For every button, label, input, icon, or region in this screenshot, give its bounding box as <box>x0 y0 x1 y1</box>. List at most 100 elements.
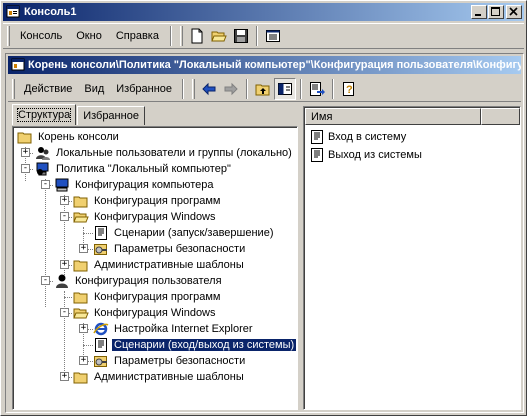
collapse-toggle[interactable]: - <box>41 180 50 189</box>
toolbar3-grip[interactable] <box>192 78 196 99</box>
separator <box>300 78 303 99</box>
script-icon <box>311 148 323 162</box>
child-title-bar[interactable]: Корень консоли\Политика "Локальный компь… <box>8 56 521 74</box>
up-folder-icon <box>255 84 270 95</box>
back-button[interactable] <box>198 78 220 100</box>
internet-explorer-icon <box>93 322 109 336</box>
folder-icon <box>73 260 88 272</box>
expand-toggle[interactable]: + <box>60 260 69 269</box>
folder-icon <box>73 196 88 208</box>
tree-item-logon-logoff-scripts[interactable]: Сценарии (вход/выход из системы) <box>93 337 297 353</box>
tree-item-software-settings[interactable]: Конфигурация программ <box>73 193 222 209</box>
toolbar-grip[interactable] <box>179 26 183 46</box>
forward-arrow-icon <box>224 82 238 95</box>
help-icon: ? <box>343 81 355 96</box>
computer-policy-icon <box>36 162 49 176</box>
minimize-icon <box>475 14 481 16</box>
open-folder-icon <box>73 308 89 319</box>
up-level-button[interactable] <box>252 78 274 100</box>
users-group-icon <box>36 147 50 160</box>
properties-button[interactable] <box>262 25 284 47</box>
tree-item-user-config[interactable]: Конфигурация пользователя <box>54 273 224 289</box>
tree-item-user-software-settings[interactable]: Конфигурация программ <box>73 289 222 305</box>
expand-toggle[interactable]: + <box>79 244 88 253</box>
folder-icon <box>73 372 88 384</box>
tree-item-computer-config[interactable]: Конфигурация компьютера <box>54 177 215 193</box>
main-menubar: Консоль Окно Справка <box>3 23 524 49</box>
maximize-icon <box>491 7 500 16</box>
tab-tree[interactable]: Структура <box>12 104 77 125</box>
collapse-toggle[interactable]: - <box>60 212 69 221</box>
expand-toggle[interactable]: + <box>21 148 30 157</box>
mmc-app-icon <box>6 5 20 18</box>
tree-item-windows-settings[interactable]: Конфигурация Windows <box>73 209 218 225</box>
tree-item-local-policy[interactable]: Политика "Локальный компьютер" <box>35 161 233 177</box>
tree-item-security-settings[interactable]: Параметры безопасности <box>93 241 247 257</box>
toolbar2-grip[interactable] <box>12 78 15 99</box>
menu-view[interactable]: Вид <box>78 81 110 97</box>
open-folder-icon <box>73 212 89 223</box>
console-tree-toggle-icon <box>278 82 293 95</box>
separator <box>255 26 258 46</box>
menu-favorites[interactable]: Избранное <box>110 81 178 97</box>
security-icon <box>94 244 107 255</box>
open-folder-icon <box>211 31 227 42</box>
expand-toggle[interactable]: + <box>79 356 88 365</box>
pane-tabs: Структура Избранное <box>12 104 146 126</box>
title-bar[interactable]: Консоль1 <box>3 3 524 21</box>
tree-item-admin-templates[interactable]: Административные шаблоны <box>73 257 246 273</box>
computer-icon <box>55 178 69 192</box>
list-item-logon[interactable]: Вход в систему <box>309 129 406 145</box>
console-window: Консоль1 Консоль Окно Справка Корень кон… <box>0 0 527 416</box>
close-icon <box>509 7 518 16</box>
show-hide-tree-button[interactable] <box>274 77 297 100</box>
tree-item-ie-maintenance[interactable]: Настройка Internet Explorer <box>93 321 255 337</box>
menu-help[interactable]: Справка <box>109 28 166 44</box>
column-header-empty[interactable] <box>481 108 520 125</box>
tree-item-user-windows-settings[interactable]: Конфигурация Windows <box>73 305 218 321</box>
child-window: Корень консоли\Политика "Локальный компь… <box>5 53 524 413</box>
tree-item-startup-shutdown-scripts[interactable]: Сценарии (запуск/завершение) <box>93 225 275 241</box>
script-icon <box>311 130 323 144</box>
tab-favorites[interactable]: Избранное <box>77 106 145 125</box>
menubar-grip[interactable] <box>7 26 10 46</box>
separator <box>169 26 172 46</box>
menu-console[interactable]: Консоль <box>13 28 69 44</box>
console-tree[interactable]: Корень консоли + Локальные пользователи … <box>12 126 298 410</box>
close-button[interactable] <box>506 5 522 19</box>
tree-item-local-users[interactable]: Локальные пользователи и группы (локальн… <box>35 145 294 161</box>
tree-item-user-admin-templates[interactable]: Административные шаблоны <box>73 369 246 385</box>
list-item-logoff[interactable]: Выход из системы <box>309 147 422 163</box>
tree-item-console-root[interactable]: Корень консоли <box>17 129 121 145</box>
action-toolbar: Действие Вид Избранное ? <box>8 76 521 102</box>
column-header-name[interactable]: Имя <box>305 108 481 125</box>
collapse-toggle[interactable]: - <box>21 164 30 173</box>
menu-action[interactable]: Действие <box>18 81 78 97</box>
tree-item-user-security-settings[interactable]: Параметры безопасности <box>93 353 247 369</box>
svg-text:?: ? <box>346 84 353 96</box>
export-list-icon <box>310 81 326 96</box>
collapse-toggle[interactable]: - <box>60 308 69 317</box>
expand-toggle[interactable]: + <box>60 372 69 381</box>
save-button[interactable] <box>230 25 252 47</box>
minimize-button[interactable] <box>471 5 487 19</box>
properties-icon <box>265 30 280 42</box>
new-button[interactable] <box>186 25 208 47</box>
collapse-toggle[interactable]: - <box>41 276 50 285</box>
export-list-button[interactable] <box>306 78 328 100</box>
expand-toggle[interactable]: + <box>60 196 69 205</box>
window-title: Консоль1 <box>24 6 77 18</box>
forward-button[interactable] <box>220 78 242 100</box>
console-tree-icon <box>11 58 25 71</box>
new-document-icon <box>191 28 203 44</box>
folder-icon <box>73 292 88 304</box>
open-button[interactable] <box>208 25 230 47</box>
maximize-button[interactable] <box>488 5 504 19</box>
expand-toggle[interactable]: + <box>79 324 88 333</box>
menu-window[interactable]: Окно <box>69 28 109 44</box>
folder-icon <box>17 132 32 144</box>
script-icon <box>95 338 107 352</box>
result-list[interactable]: Имя Вход в систему Выход из системы <box>303 106 521 410</box>
help-button[interactable]: ? <box>338 78 360 100</box>
list-header: Имя <box>305 108 520 125</box>
